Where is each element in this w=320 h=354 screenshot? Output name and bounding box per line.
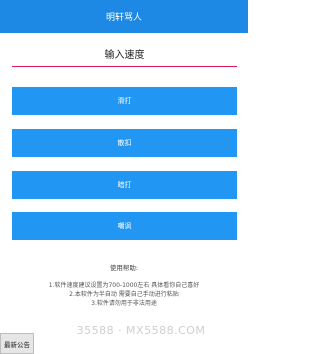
scatter-button[interactable]: 散扣 [12,129,237,157]
slide-button[interactable]: 滑打 [12,87,237,115]
help-line: 2.本软件为半自动 需要自己手动进行粘贴 [69,291,179,298]
dark-button[interactable]: 暗打 [12,171,237,199]
taunt-button[interactable]: 嘲讽 [12,212,237,240]
watermark-text: 35588 · MX5588.COM [76,324,206,337]
speed-input[interactable] [12,44,237,67]
app-title: 明轩骂人 [105,13,142,23]
help-line: 3.软件请勿用于非法用途 [91,300,157,307]
help-title: 使用帮助: [109,264,139,272]
latest-notice-label: 最新公告 [4,340,30,349]
title-bar: 明轩骂人 [0,0,248,33]
help-text: 1.软件速度建议设置为700-1000左右 具体看你自己喜好 2.本软件为半自动… [0,281,248,308]
help-line: 1.软件速度建议设置为700-1000左右 具体看你自己喜好 [48,282,200,289]
latest-notice-tab[interactable]: 最新公告 [0,333,34,354]
